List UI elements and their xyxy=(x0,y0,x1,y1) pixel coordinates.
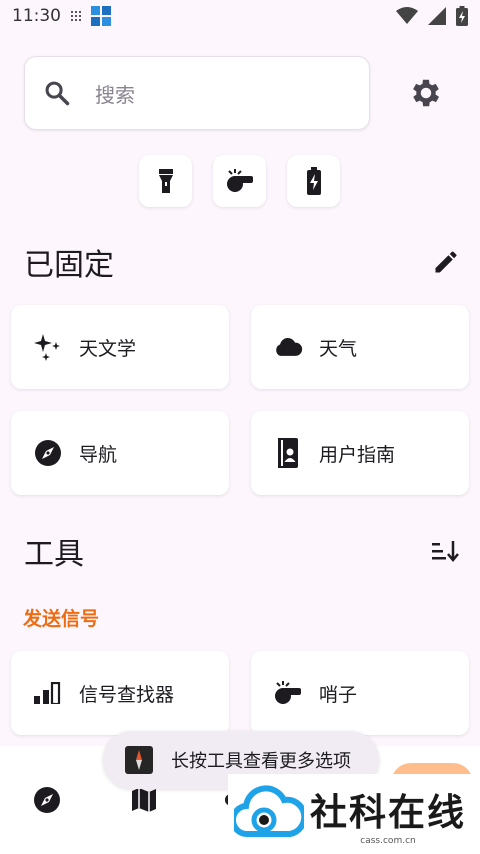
notification-dots-icon xyxy=(71,11,81,21)
card-label: 用户指南 xyxy=(319,443,396,466)
pinned-header: 已固定 xyxy=(24,242,460,283)
battery-charging-icon xyxy=(456,6,468,26)
tools-header: 工具 xyxy=(24,531,460,572)
wifi-icon xyxy=(396,7,418,24)
pinned-card-user-guide[interactable]: 用户指南 xyxy=(251,411,469,495)
cell-signal-icon xyxy=(428,7,446,25)
nav-item-map[interactable] xyxy=(130,786,160,816)
whistle-button[interactable] xyxy=(213,155,266,207)
settings-button[interactable] xyxy=(408,75,444,111)
battery-icon xyxy=(306,167,321,195)
whistle-icon xyxy=(273,678,303,708)
sort-icon[interactable] xyxy=(430,537,460,565)
gear-icon xyxy=(413,79,440,107)
status-right xyxy=(396,6,468,26)
card-label: 天气 xyxy=(319,337,358,360)
pinned-card-astronomy[interactable]: 天文学 xyxy=(11,305,229,389)
tool-card-whistle[interactable]: 哨子 xyxy=(251,651,469,735)
search-row: 搜索 xyxy=(24,56,464,130)
flashlight-icon xyxy=(158,169,173,193)
compass-app-icon xyxy=(125,746,153,774)
pinned-card-weather[interactable]: 天气 xyxy=(251,305,469,389)
tools-category-signaling: 发送信号 xyxy=(23,608,100,630)
compass-icon xyxy=(33,438,63,468)
status-bar: 11:30 xyxy=(0,0,480,32)
watermark-logo-icon xyxy=(234,785,304,838)
search-placeholder: 搜索 xyxy=(95,82,135,107)
status-time: 11:30 xyxy=(12,6,61,26)
tool-card-signal-finder[interactable]: 信号查找器 xyxy=(11,651,229,735)
map-icon xyxy=(132,788,156,812)
compass-icon xyxy=(34,787,60,813)
signal-bars-icon xyxy=(33,678,63,708)
whistle-icon xyxy=(226,169,253,192)
app-notification-icon xyxy=(91,6,111,26)
card-label: 导航 xyxy=(79,443,118,466)
search-input[interactable]: 搜索 xyxy=(24,56,370,130)
user-guide-icon xyxy=(273,438,303,468)
flashlight-button[interactable] xyxy=(139,155,192,207)
quick-actions xyxy=(139,155,340,207)
battery-button[interactable] xyxy=(287,155,340,207)
search-icon xyxy=(45,81,70,106)
toast-text: 长按工具查看更多选项 xyxy=(171,751,351,772)
tools-title: 工具 xyxy=(24,537,84,572)
cloud-icon xyxy=(273,332,303,362)
sparkles-icon xyxy=(33,332,63,362)
card-label: 信号查找器 xyxy=(79,683,175,706)
watermark-domain: cass.com.cn xyxy=(360,836,416,846)
nav-item-navigation[interactable] xyxy=(33,786,63,816)
status-left: 11:30 xyxy=(12,6,111,26)
pinned-title: 已固定 xyxy=(24,248,114,283)
pencil-icon[interactable] xyxy=(432,248,460,276)
card-label: 天文学 xyxy=(79,337,137,360)
watermark: 社科在线 cass.com.cn xyxy=(228,774,480,854)
card-label: 哨子 xyxy=(319,683,358,706)
pinned-card-navigation[interactable]: 导航 xyxy=(11,411,229,495)
watermark-brand: 社科在线 xyxy=(310,790,466,834)
